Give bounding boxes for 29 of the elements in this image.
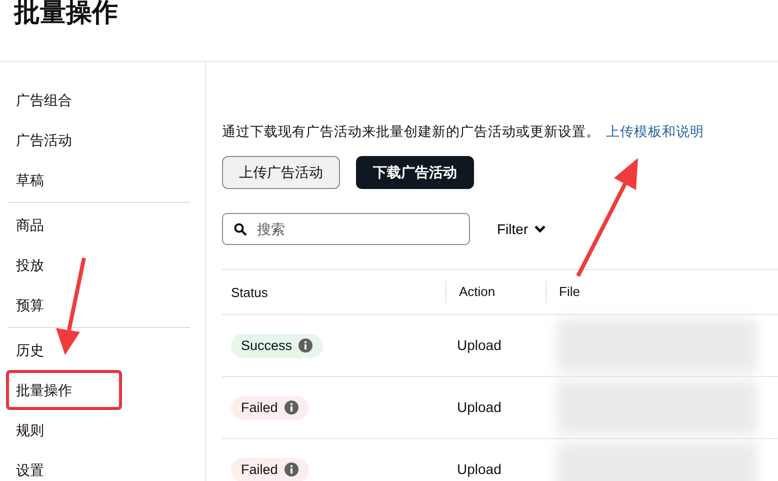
- sidebar-item[interactable]: 规则: [6, 410, 122, 450]
- column-header: Action: [445, 281, 545, 304]
- sidebar-item[interactable]: 草稿: [6, 160, 122, 200]
- download-button[interactable]: 下载广告活动: [356, 156, 474, 190]
- info-icon[interactable]: [284, 462, 299, 478]
- column-header: File: [545, 281, 778, 304]
- sidebar-item[interactable]: 设置: [6, 450, 122, 481]
- sidebar-item[interactable]: 投放: [6, 245, 122, 285]
- sidebar-item[interactable]: 商品: [6, 205, 122, 245]
- table-cell: Upload: [457, 399, 502, 416]
- status-badge: Failed: [231, 458, 309, 481]
- chevron-down-icon: [534, 225, 546, 234]
- sidebar-item[interactable]: 广告活动: [6, 120, 122, 160]
- search-field[interactable]: 搜索: [222, 213, 470, 246]
- table-cell: Upload: [457, 461, 502, 478]
- column-header: Status: [230, 284, 269, 302]
- sidebar-item[interactable]: 历史: [6, 330, 122, 370]
- table-cell: Upload: [457, 337, 502, 354]
- status-badge: Failed: [231, 396, 309, 420]
- description-text: 通过下载现有广告活动来批量创建新的广告活动或更新设置。: [222, 124, 600, 139]
- info-icon[interactable]: [284, 400, 299, 416]
- info-icon[interactable]: [298, 338, 314, 354]
- template-link[interactable]: 上传模板和说明: [606, 124, 704, 139]
- status-badge: Success: [231, 334, 324, 358]
- upload-button[interactable]: 上传广告活动: [222, 156, 340, 190]
- sidebar-item[interactable]: 预算: [6, 285, 122, 325]
- sidebar-item[interactable]: 批量操作: [6, 370, 122, 410]
- sidebar-item[interactable]: 广告组合: [6, 80, 122, 120]
- filter-dropdown[interactable]: Filter: [497, 218, 546, 240]
